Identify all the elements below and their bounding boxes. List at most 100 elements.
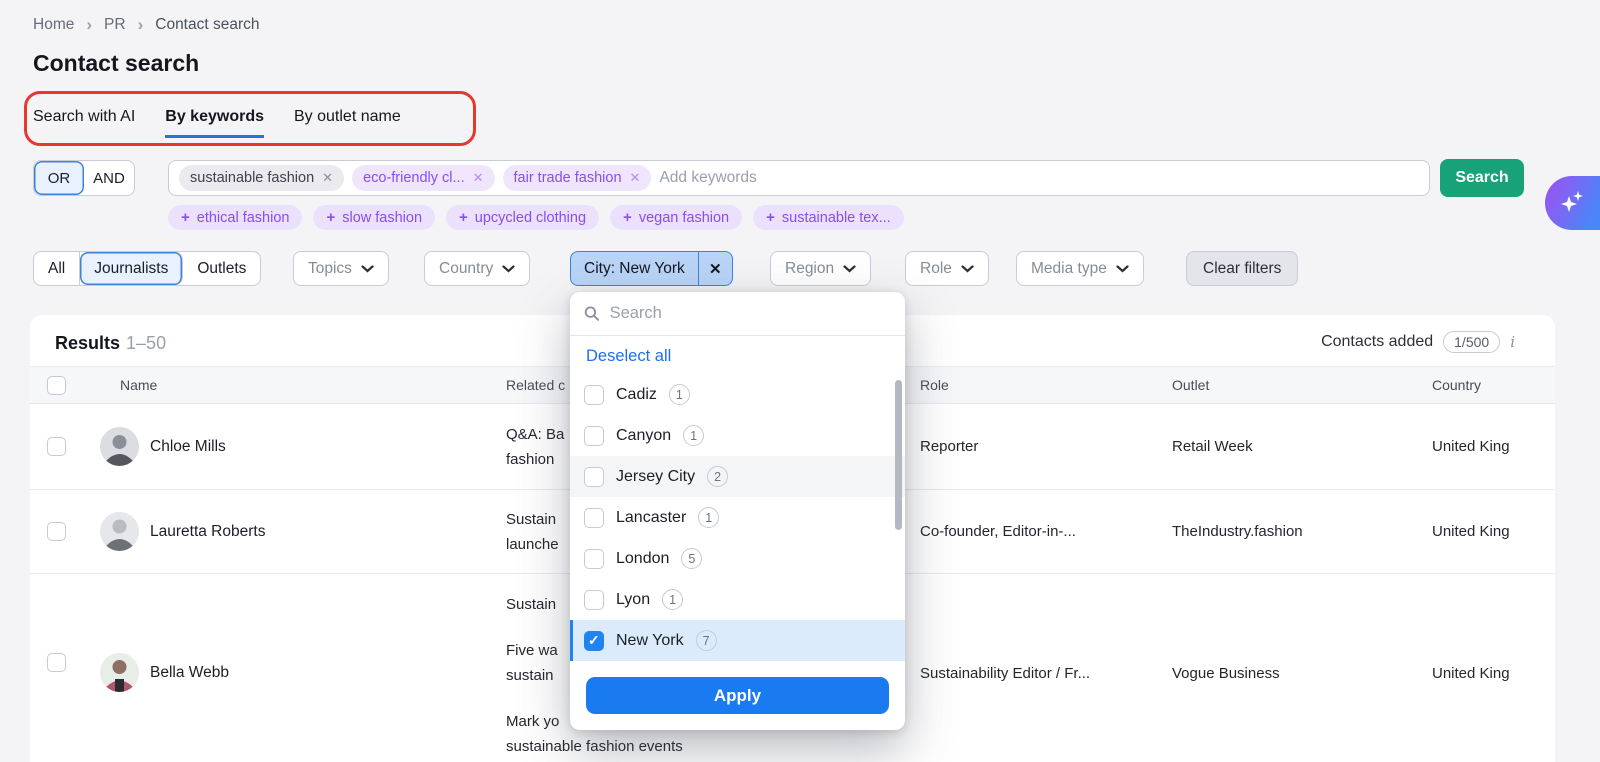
contact-name[interactable]: Lauretta Roberts	[150, 523, 265, 541]
plus-icon: +	[326, 209, 335, 226]
results-range: 1–50	[126, 333, 166, 353]
segment-journalists[interactable]: Journalists	[80, 252, 183, 285]
checkbox[interactable]	[584, 467, 604, 487]
keyword-chip-label: sustainable fashion	[190, 170, 314, 186]
count-badge: 1	[683, 425, 704, 446]
suggestion-chip[interactable]: +sustainable tex...	[753, 205, 904, 230]
breadcrumb: Home › PR › Contact search	[33, 15, 260, 35]
dropdown-search[interactable]	[570, 292, 905, 336]
contact-type-segments: All Journalists Outlets	[33, 251, 261, 286]
role-filter[interactable]: Role	[905, 251, 989, 286]
city-dropdown-panel: Deselect all Cadiz 1 Canyon 1 Jersey Cit…	[570, 292, 905, 730]
segment-all[interactable]: All	[34, 252, 80, 285]
results-label: Results	[55, 333, 120, 353]
suggestion-label: slow fashion	[342, 210, 422, 226]
checkbox[interactable]	[584, 590, 604, 610]
keyword-chip-label: fair trade fashion	[514, 170, 622, 186]
remove-keyword-icon[interactable]: ✕	[630, 170, 641, 186]
city-option-label: London	[616, 550, 669, 568]
dropdown-search-input[interactable]	[610, 304, 891, 323]
region-label: Region	[785, 260, 834, 278]
city-option-jersey-city[interactable]: Jersey City 2	[570, 456, 905, 497]
related-line: Sustain	[506, 507, 559, 532]
select-all-checkbox[interactable]	[47, 376, 66, 395]
add-keywords-placeholder[interactable]: Add keywords	[659, 169, 756, 187]
city-option-label: Canyon	[616, 427, 671, 445]
suggestion-chip[interactable]: +vegan fashion	[610, 205, 742, 230]
search-icon	[584, 305, 600, 322]
plus-icon: +	[766, 209, 775, 226]
breadcrumb-home[interactable]: Home	[33, 16, 74, 34]
keywords-input-box[interactable]: sustainable fashion ✕ eco-friendly cl...…	[168, 160, 1430, 196]
related-line: sustainable fashion events	[506, 734, 683, 759]
related-coverage[interactable]: Q&A: Ba fashion	[506, 422, 564, 472]
clear-filters-button[interactable]: Clear filters	[1186, 251, 1298, 286]
search-button[interactable]: Search	[1440, 159, 1524, 197]
city-option-label: Cadiz	[616, 386, 657, 404]
contact-name[interactable]: Bella Webb	[150, 664, 229, 682]
city-option-lyon[interactable]: Lyon 1	[570, 579, 905, 620]
related-coverage[interactable]: Sustain launche	[506, 507, 559, 557]
contact-name[interactable]: Chloe Mills	[150, 438, 226, 456]
search-mode-tabs: Search with AI By keywords By outlet nam…	[33, 108, 401, 138]
country-filter[interactable]: Country	[424, 251, 530, 286]
suggestion-chip[interactable]: +upcycled clothing	[446, 205, 599, 230]
contacts-added-label: Contacts added	[1321, 333, 1433, 351]
contact-role: Reporter	[920, 438, 978, 455]
suggestion-chip[interactable]: + slow fashion	[313, 205, 435, 230]
scrollbar[interactable]	[895, 380, 902, 530]
ai-assistant-button[interactable]	[1545, 176, 1600, 230]
checkbox-checked[interactable]	[584, 631, 604, 651]
remove-keyword-icon[interactable]: ✕	[322, 170, 333, 186]
apply-button[interactable]: Apply	[586, 677, 889, 714]
row-checkbox[interactable]	[47, 522, 66, 541]
suggestion-chip[interactable]: +ethical fashion	[168, 205, 302, 230]
keyword-suggestions: +ethical fashion +slow fashion +upcycled…	[168, 205, 904, 230]
region-filter[interactable]: Region	[770, 251, 871, 286]
count-badge: 1	[662, 589, 683, 610]
city-option-new-york[interactable]: New York 7	[570, 620, 905, 661]
city-option-label: Lancaster	[616, 509, 686, 527]
column-related: Related c	[506, 377, 565, 393]
topics-filter[interactable]: Topics	[293, 251, 389, 286]
chevron-down-icon	[502, 265, 515, 273]
row-checkbox[interactable]	[47, 437, 66, 456]
checkbox[interactable]	[584, 426, 604, 446]
row-checkbox[interactable]	[47, 653, 66, 672]
media-type-filter[interactable]: Media type	[1016, 251, 1144, 286]
and-toggle[interactable]: AND	[84, 161, 134, 195]
role-label: Role	[920, 260, 952, 278]
remove-city-filter-icon[interactable]: ✕	[698, 252, 732, 285]
tab-by-keywords[interactable]: By keywords	[165, 108, 264, 138]
or-toggle[interactable]: OR	[34, 161, 84, 195]
breadcrumb-pr[interactable]: PR	[104, 16, 126, 34]
checkbox[interactable]	[584, 549, 604, 569]
chevron-right-icon: ›	[138, 15, 144, 35]
city-options-list: Cadiz 1 Canyon 1 Jersey City 2 Lancaster…	[570, 374, 905, 661]
checkbox[interactable]	[584, 385, 604, 405]
city-option-cadiz[interactable]: Cadiz 1	[570, 374, 905, 415]
suggestion-label: ethical fashion	[197, 210, 290, 226]
chevron-right-icon: ›	[86, 15, 92, 35]
city-option-label: New York	[616, 632, 684, 650]
keyword-chip: sustainable fashion ✕	[179, 165, 344, 191]
tab-by-outlet-name[interactable]: By outlet name	[294, 108, 401, 138]
plus-icon: +	[623, 209, 632, 226]
tab-search-with-ai[interactable]: Search with AI	[33, 108, 135, 138]
checkbox[interactable]	[584, 508, 604, 528]
count-badge: 2	[707, 466, 728, 487]
chevron-down-icon	[843, 265, 856, 273]
city-filter-active[interactable]: City: New York ✕	[570, 251, 733, 286]
count-badge: 5	[681, 548, 702, 569]
contact-role: Sustainability Editor / Fr...	[920, 665, 1090, 682]
info-icon[interactable]: i	[1510, 333, 1515, 351]
city-option-lancaster[interactable]: Lancaster 1	[570, 497, 905, 538]
city-option-london[interactable]: London 5	[570, 538, 905, 579]
country-label: Country	[439, 260, 493, 278]
deselect-all-link[interactable]: Deselect all	[570, 336, 905, 374]
city-option-canyon[interactable]: Canyon 1	[570, 415, 905, 456]
count-badge: 1	[698, 507, 719, 528]
remove-keyword-icon[interactable]: ✕	[473, 170, 484, 186]
segment-outlets[interactable]: Outlets	[183, 252, 260, 285]
city-option-label: Lyon	[616, 591, 650, 609]
